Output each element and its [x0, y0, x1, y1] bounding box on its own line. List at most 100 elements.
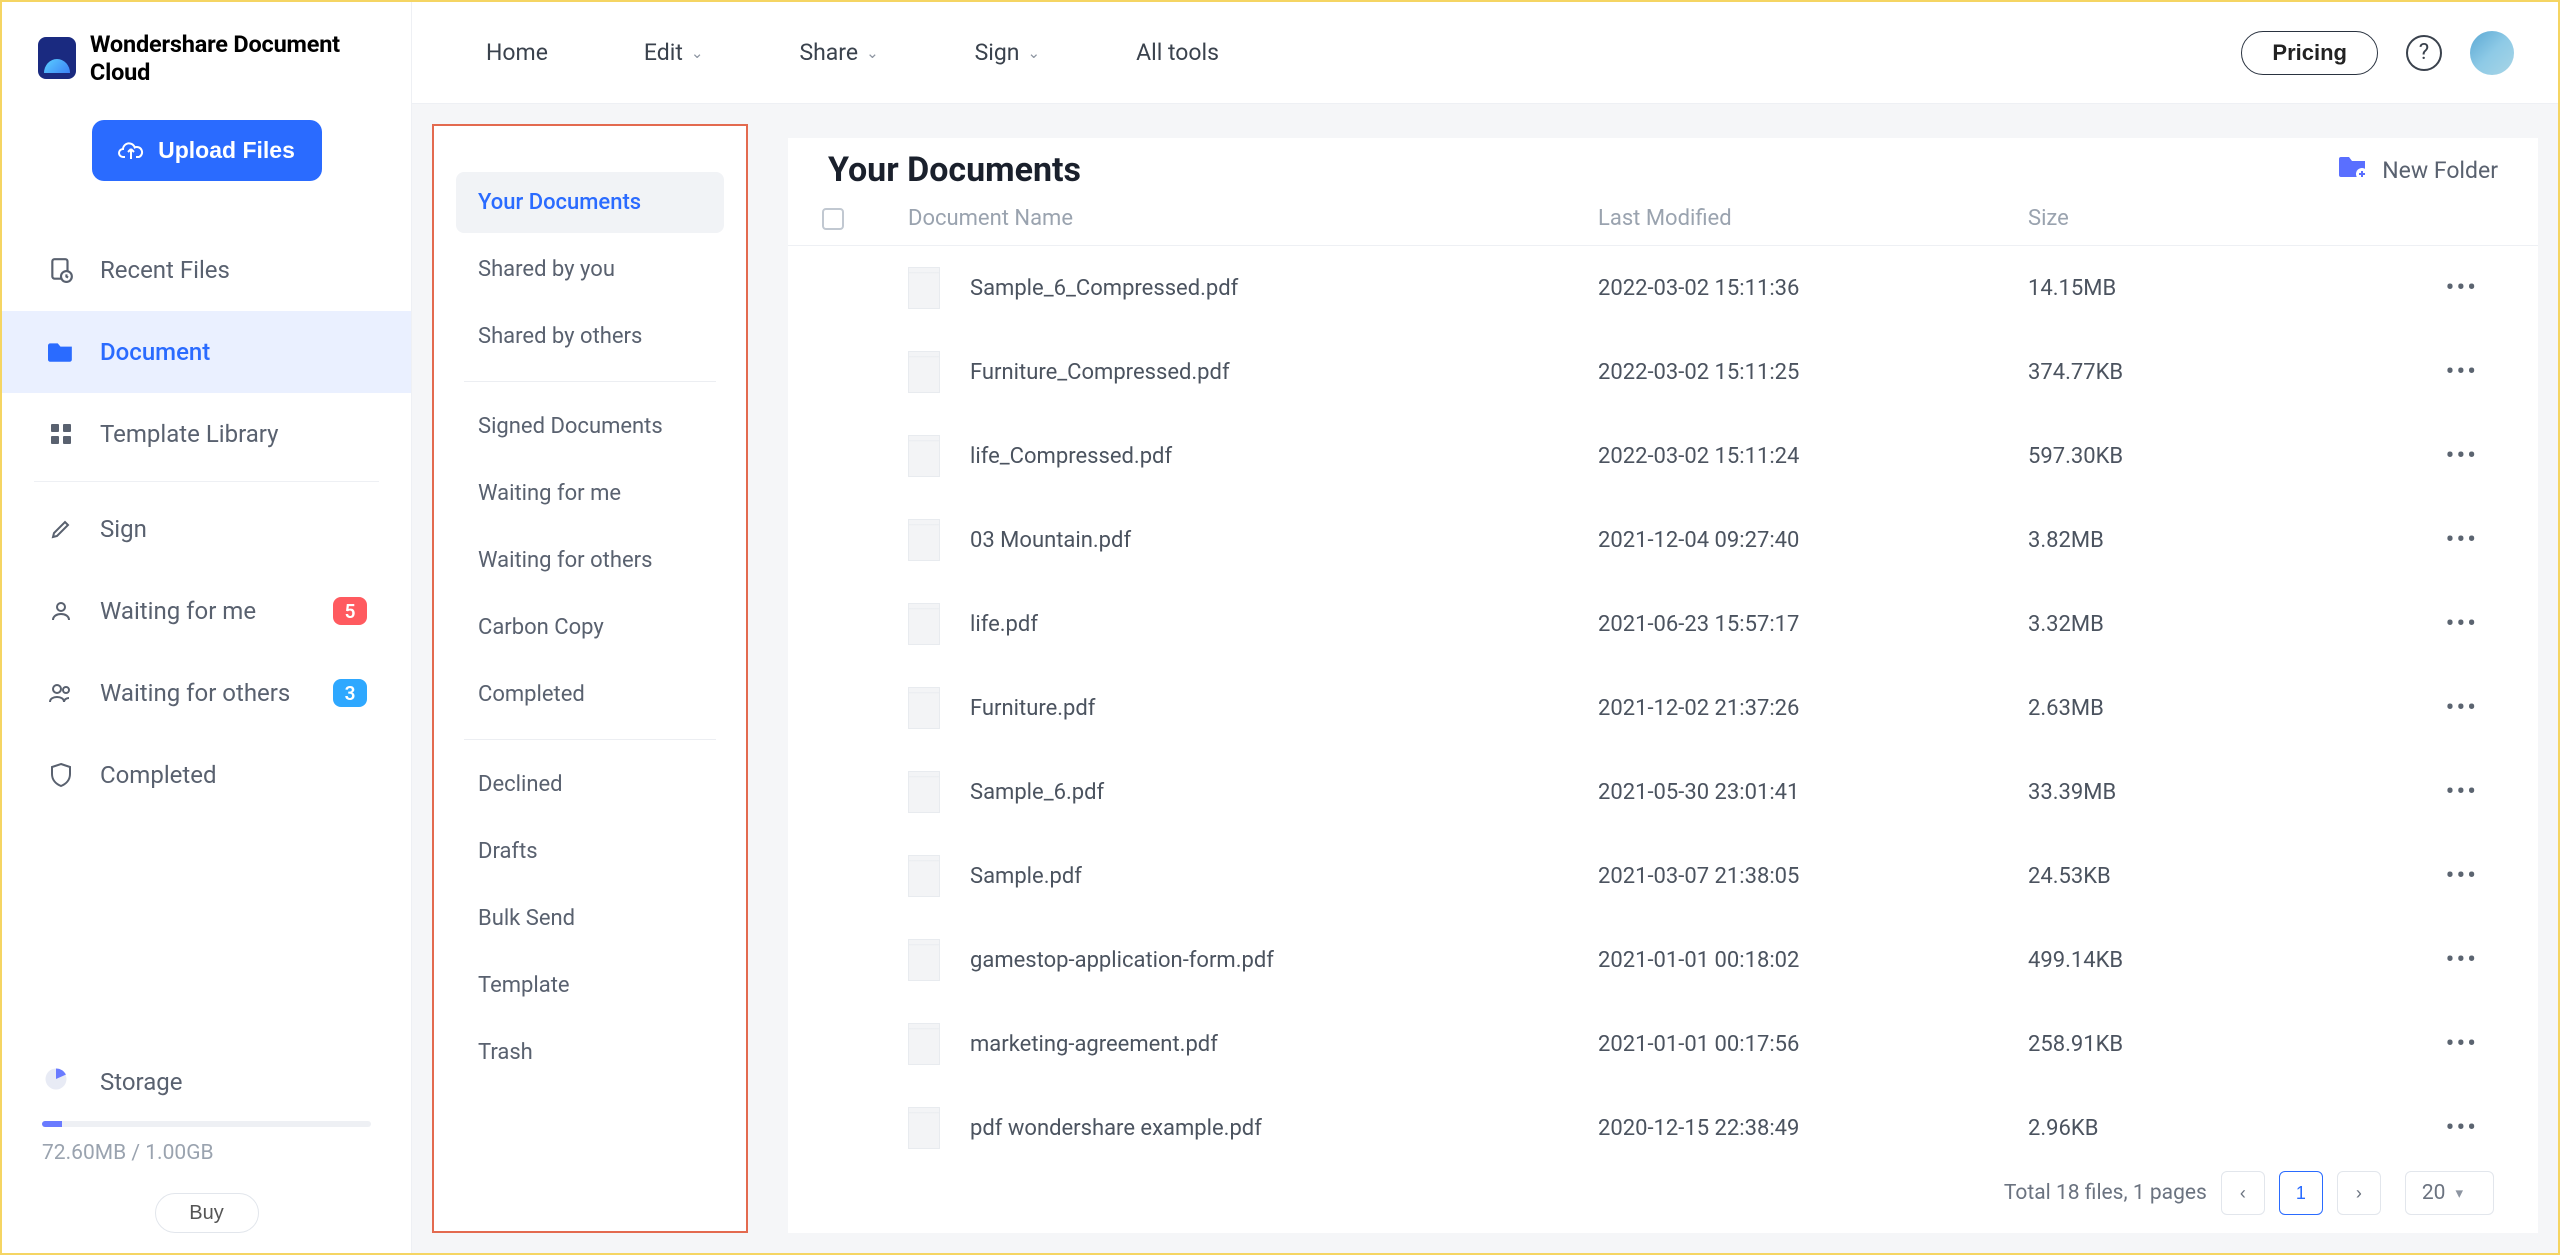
subside-item-your-documents[interactable]: Your Documents [456, 172, 724, 233]
sidebar-item-waiting-for-others[interactable]: Waiting for others 3 [2, 652, 411, 734]
table-row[interactable]: life.pdf2021-06-23 15:57:173.32MB••• [788, 582, 2538, 666]
subside-item-waiting-for-others[interactable]: Waiting for others [456, 530, 724, 591]
sidebar-item-label: Waiting for others [100, 679, 290, 707]
sidebar-item-template-library[interactable]: Template Library [2, 393, 411, 475]
row-more-button[interactable]: ••• [2418, 1113, 2478, 1143]
sidebar-item-label: Completed [100, 761, 217, 789]
chevron-down-icon: ▾ [2455, 1184, 2463, 1202]
col-header-modified[interactable]: Last Modified [1598, 206, 2028, 231]
chevron-down-icon: ⌄ [691, 44, 704, 62]
prev-page-button[interactable]: ‹ [2221, 1171, 2265, 1215]
file-size: 2.96KB [2028, 1116, 2418, 1141]
file-rows: Sample_6_Compressed.pdf2022-03-02 15:11:… [788, 246, 2538, 1159]
file-name: 03 Mountain.pdf [970, 528, 1131, 553]
table-row[interactable]: pdf wondershare example.pdf 2020-12-15 22… [788, 1086, 2538, 1159]
sidebar-nav: Recent FilesDocument Template Library [2, 229, 411, 475]
row-more-button[interactable]: ••• [2418, 357, 2478, 387]
table-row[interactable]: Sample_6_Compressed.pdf2022-03-02 15:11:… [788, 246, 2538, 330]
current-page-button[interactable]: 1 [2279, 1171, 2323, 1215]
col-header-size[interactable]: Size [2028, 206, 2418, 231]
storage-pie-icon [42, 1065, 70, 1099]
subside-item-template[interactable]: Template [456, 955, 724, 1016]
file-size: 3.82MB [2028, 528, 2418, 553]
grid-icon [46, 419, 76, 449]
file-name: Furniture.pdf [970, 696, 1095, 721]
file-name: marketing-agreement.pdf [970, 1032, 1218, 1057]
upload-button[interactable]: Upload Files [92, 120, 322, 181]
table-row[interactable]: marketing-agreement.pdf2021-01-01 00:17:… [788, 1002, 2538, 1086]
sidebar-item-sign[interactable]: Sign [2, 488, 411, 570]
file-size: 374.77KB [2028, 360, 2418, 385]
page-size-select[interactable]: 20 ▾ [2405, 1171, 2494, 1215]
table-row[interactable]: 03 Mountain.pdf2021-12-04 09:27:403.82MB… [788, 498, 2538, 582]
new-folder-button[interactable]: New Folder [2338, 154, 2498, 186]
row-more-button[interactable]: ••• [2418, 1029, 2478, 1059]
file-date: 2022-03-02 15:11:36 [1598, 276, 2028, 301]
subside-item-shared-by-you[interactable]: Shared by you [456, 239, 724, 300]
select-all-checkbox[interactable] [822, 208, 844, 230]
file-date: 2020-12-15 22:38:49 [1598, 1116, 2028, 1141]
subside-item-bulk-send[interactable]: Bulk Send [456, 888, 724, 949]
sidebar-item-completed[interactable]: Completed [2, 734, 411, 816]
table-row[interactable]: Sample_6.pdf2021-05-30 23:01:4133.39MB••… [788, 750, 2538, 834]
subside-item-shared-by-others[interactable]: Shared by others [456, 306, 724, 367]
user-icon [46, 596, 76, 626]
subside-item-declined[interactable]: Declined [456, 754, 724, 815]
row-more-button[interactable]: ••• [2418, 273, 2478, 303]
topnav-home[interactable]: Home [486, 39, 548, 66]
pricing-button[interactable]: Pricing [2241, 31, 2378, 75]
table-row[interactable]: Furniture.pdf2021-12-02 21:37:262.63MB••… [788, 666, 2538, 750]
topnav-edit[interactable]: Edit ⌄ [644, 39, 704, 66]
cloud-upload-icon [118, 140, 144, 162]
storage-bar [42, 1121, 371, 1127]
row-more-button[interactable]: ••• [2418, 945, 2478, 975]
storage-usage-text: 72.60MB / 1.00GB [42, 1141, 371, 1165]
table-row[interactable]: Sample.pdf2021-03-07 21:38:0524.53KB••• [788, 834, 2538, 918]
new-folder-label: New Folder [2382, 157, 2498, 184]
subside-item-trash[interactable]: Trash [456, 1022, 724, 1083]
avatar[interactable] [2470, 31, 2514, 75]
brand: Wondershare Document Cloud [2, 30, 411, 120]
subside-item-carbon-copy[interactable]: Carbon Copy [456, 597, 724, 658]
sidebar-item-recent-files[interactable]: Recent Files [2, 229, 411, 311]
sidebar-item-document[interactable]: Document [2, 311, 411, 393]
table-row[interactable]: gamestop-application-form.pdf2021-01-01 … [788, 918, 2538, 1002]
subside-item-completed[interactable]: Completed [456, 664, 724, 725]
storage-heading: Storage [100, 1068, 182, 1096]
badge: 3 [333, 679, 367, 707]
table-row[interactable]: life_Compressed.pdf2022-03-02 15:11:2459… [788, 414, 2538, 498]
file-date: 2021-12-02 21:37:26 [1598, 696, 2028, 721]
topnav-sign[interactable]: Sign⌄ [975, 39, 1040, 66]
file-size: 499.14KB [2028, 948, 2418, 973]
document-sub-sidebar: Your DocumentsShared by youShared by oth… [432, 124, 748, 1233]
row-more-button[interactable]: ••• [2418, 861, 2478, 891]
row-more-button[interactable]: ••• [2418, 693, 2478, 723]
clock-file-icon [46, 255, 76, 285]
help-icon[interactable]: ? [2406, 35, 2442, 71]
topnav-all-tools[interactable]: All tools [1136, 39, 1219, 66]
subside-item-drafts[interactable]: Drafts [456, 821, 724, 882]
file-thumbnail-icon [908, 603, 940, 645]
topnav-label: Share [799, 39, 858, 66]
file-size: 3.32MB [2028, 612, 2418, 637]
row-more-button[interactable]: ••• [2418, 609, 2478, 639]
sidebar-item-waiting-for-me[interactable]: Waiting for me5 [2, 570, 411, 652]
col-header-name[interactable]: Document Name [908, 206, 1598, 231]
subside-item-waiting-for-me[interactable]: Waiting for me [456, 463, 724, 524]
sidebar-item-label: Template Library [100, 420, 279, 448]
row-more-button[interactable]: ••• [2418, 777, 2478, 807]
file-thumbnail-icon [908, 351, 940, 393]
pencil-icon [46, 514, 76, 544]
table-row[interactable]: Furniture_Compressed.pdf2022-03-02 15:11… [788, 330, 2538, 414]
buy-button[interactable]: Buy [155, 1193, 259, 1233]
table-header: Document Name Last Modified Size [788, 206, 2538, 246]
next-page-button[interactable]: › [2337, 1171, 2381, 1215]
topnav-label: All tools [1136, 39, 1219, 66]
topnav-share[interactable]: Share⌄ [799, 39, 878, 66]
file-name: pdf wondershare example.pdf [970, 1116, 1262, 1141]
topnav-label: Edit [644, 39, 683, 66]
row-more-button[interactable]: ••• [2418, 525, 2478, 555]
row-more-button[interactable]: ••• [2418, 441, 2478, 471]
file-size: 258.91KB [2028, 1032, 2418, 1057]
subside-item-signed-documents[interactable]: Signed Documents [456, 396, 724, 457]
